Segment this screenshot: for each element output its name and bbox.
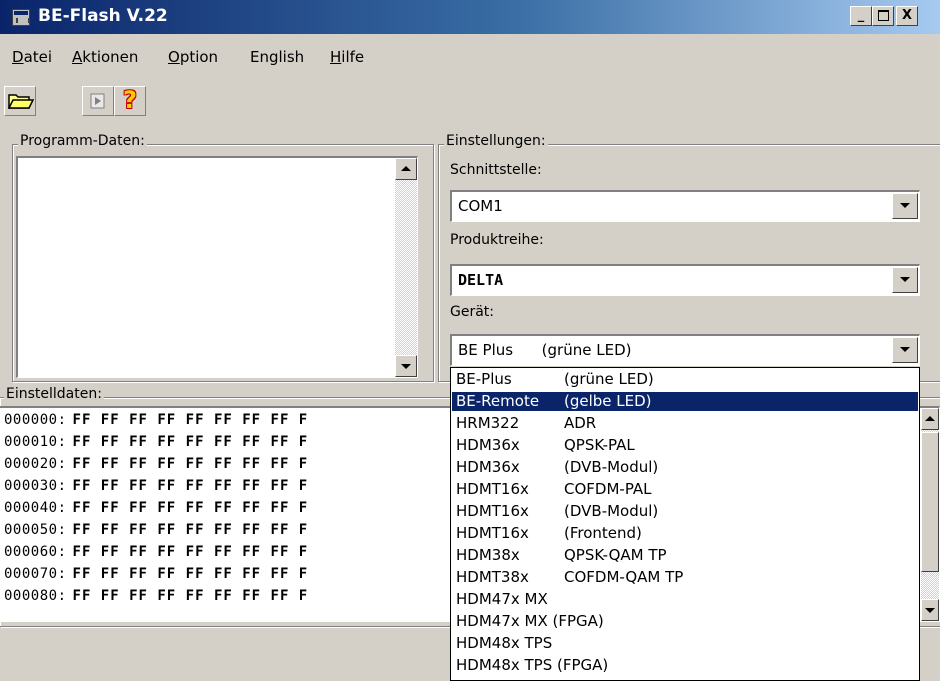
- hex-row: 000050: FF FF FF FF FF FF FF FF F: [4, 522, 309, 538]
- device-select[interactable]: BE Plus (grüne LED): [450, 334, 920, 366]
- minimize-button[interactable]: _: [850, 6, 872, 26]
- device-option[interactable]: HDM38x QPSK-QAM TP: [452, 546, 918, 565]
- hex-row: 000020: FF FF FF FF FF FF FF FF F: [4, 456, 309, 472]
- menu-english[interactable]: English: [250, 48, 304, 66]
- chevron-down-icon: [900, 203, 910, 208]
- hex-scroll-up-button[interactable]: [921, 408, 939, 430]
- product-value: DELTA: [458, 271, 504, 289]
- help-button[interactable]: ?: [114, 86, 146, 116]
- scroll-down-icon: [401, 364, 411, 369]
- window-title: BE-Flash V.22: [38, 6, 168, 26]
- scroll-down-icon: [925, 608, 935, 613]
- chevron-down-icon: [900, 347, 910, 352]
- folder-open-icon: [7, 94, 35, 109]
- device-option[interactable]: HDMT38x COFDM-QAM TP: [452, 568, 918, 587]
- device-label: Gerät:: [450, 304, 495, 320]
- play-icon: [90, 93, 105, 109]
- product-select[interactable]: DELTA: [450, 264, 920, 296]
- question-icon: ?: [123, 86, 137, 114]
- device-option[interactable]: HDM36x QPSK-PAL: [452, 436, 918, 455]
- menu-aktionen[interactable]: Aktionen: [72, 48, 138, 66]
- settings-data-label: Einstelldaten:: [4, 386, 104, 402]
- product-label: Produktreihe:: [450, 232, 544, 248]
- device-option[interactable]: HDM36x (DVB-Modul): [452, 458, 918, 477]
- device-dropdown-list[interactable]: BE-Plus (grüne LED) BE-Remote (gelbe LED) …: [450, 367, 920, 681]
- run-button[interactable]: [82, 86, 114, 116]
- hex-row: 000060: FF FF FF FF FF FF FF FF F: [4, 544, 309, 560]
- settings-label: Einstellungen:: [444, 133, 548, 149]
- scroll-up-icon: [925, 416, 935, 421]
- program-data-list[interactable]: [16, 156, 418, 378]
- menu-option[interactable]: Option: [168, 48, 218, 66]
- menu-bar: Datei Aktionen Option English Hilfe: [0, 34, 940, 84]
- menu-hilfe[interactable]: Hilfe: [330, 48, 364, 66]
- menu-datei[interactable]: Datei: [12, 48, 52, 66]
- device-option[interactable]: HDMT16x COFDM-PAL: [452, 480, 918, 499]
- open-button[interactable]: [4, 86, 36, 116]
- device-option[interactable]: HDM48x TPS (FPGA): [452, 656, 918, 675]
- device-value: BE Plus (grüne LED): [458, 341, 632, 359]
- hex-row: 000010: FF FF FF FF FF FF FF FF F: [4, 434, 309, 450]
- close-button[interactable]: X: [896, 6, 918, 26]
- device-option[interactable]: HRM322 ADR: [452, 414, 918, 433]
- status-area: [0, 625, 450, 681]
- device-option[interactable]: HDM47x MX (FPGA): [452, 612, 918, 631]
- device-option-selected[interactable]: BE-Remote (gelbe LED): [452, 392, 918, 411]
- hex-row: 000070: FF FF FF FF FF FF FF FF F: [4, 566, 309, 582]
- toolbar: ?: [0, 84, 940, 124]
- app-icon[interactable]: [12, 9, 30, 26]
- hex-row: 000000: FF FF FF FF FF FF FF FF F: [4, 412, 309, 428]
- interface-value: COM1: [458, 197, 503, 215]
- maximize-icon: [877, 10, 889, 21]
- scroll-down-button[interactable]: [395, 355, 417, 377]
- device-option[interactable]: HDMT16x (Frontend): [452, 524, 918, 543]
- hex-scrollbar[interactable]: [921, 408, 939, 621]
- device-option[interactable]: HDM47x MX: [452, 590, 918, 609]
- hex-scroll-thumb[interactable]: [921, 432, 939, 572]
- device-option[interactable]: BE-Plus (grüne LED): [452, 370, 918, 389]
- scroll-up-icon: [401, 166, 411, 171]
- interface-select[interactable]: COM1: [450, 190, 920, 222]
- maximize-button[interactable]: [872, 6, 894, 26]
- hex-scroll-down-button[interactable]: [921, 599, 939, 621]
- product-dropdown-button[interactable]: [892, 267, 918, 293]
- program-data-scrollbar[interactable]: [395, 158, 417, 377]
- hex-row: 000030: FF FF FF FF FF FF FF FF F: [4, 478, 309, 494]
- hex-row: 000080: FF FF FF FF FF FF FF FF F: [4, 588, 309, 600]
- device-dropdown-button[interactable]: [892, 337, 918, 363]
- title-bar[interactable]: BE-Flash V.22 _ X: [0, 0, 940, 34]
- scroll-up-button[interactable]: [395, 158, 417, 180]
- interface-dropdown-button[interactable]: [892, 193, 918, 219]
- chevron-down-icon: [900, 277, 910, 282]
- hex-row: 000040: FF FF FF FF FF FF FF FF F: [4, 500, 309, 516]
- program-data-label: Programm-Daten:: [18, 133, 147, 149]
- device-option[interactable]: HDMT16x (DVB-Modul): [452, 502, 918, 521]
- interface-label: Schnittstelle:: [450, 162, 542, 178]
- device-option[interactable]: HDM48x TPS: [452, 634, 918, 653]
